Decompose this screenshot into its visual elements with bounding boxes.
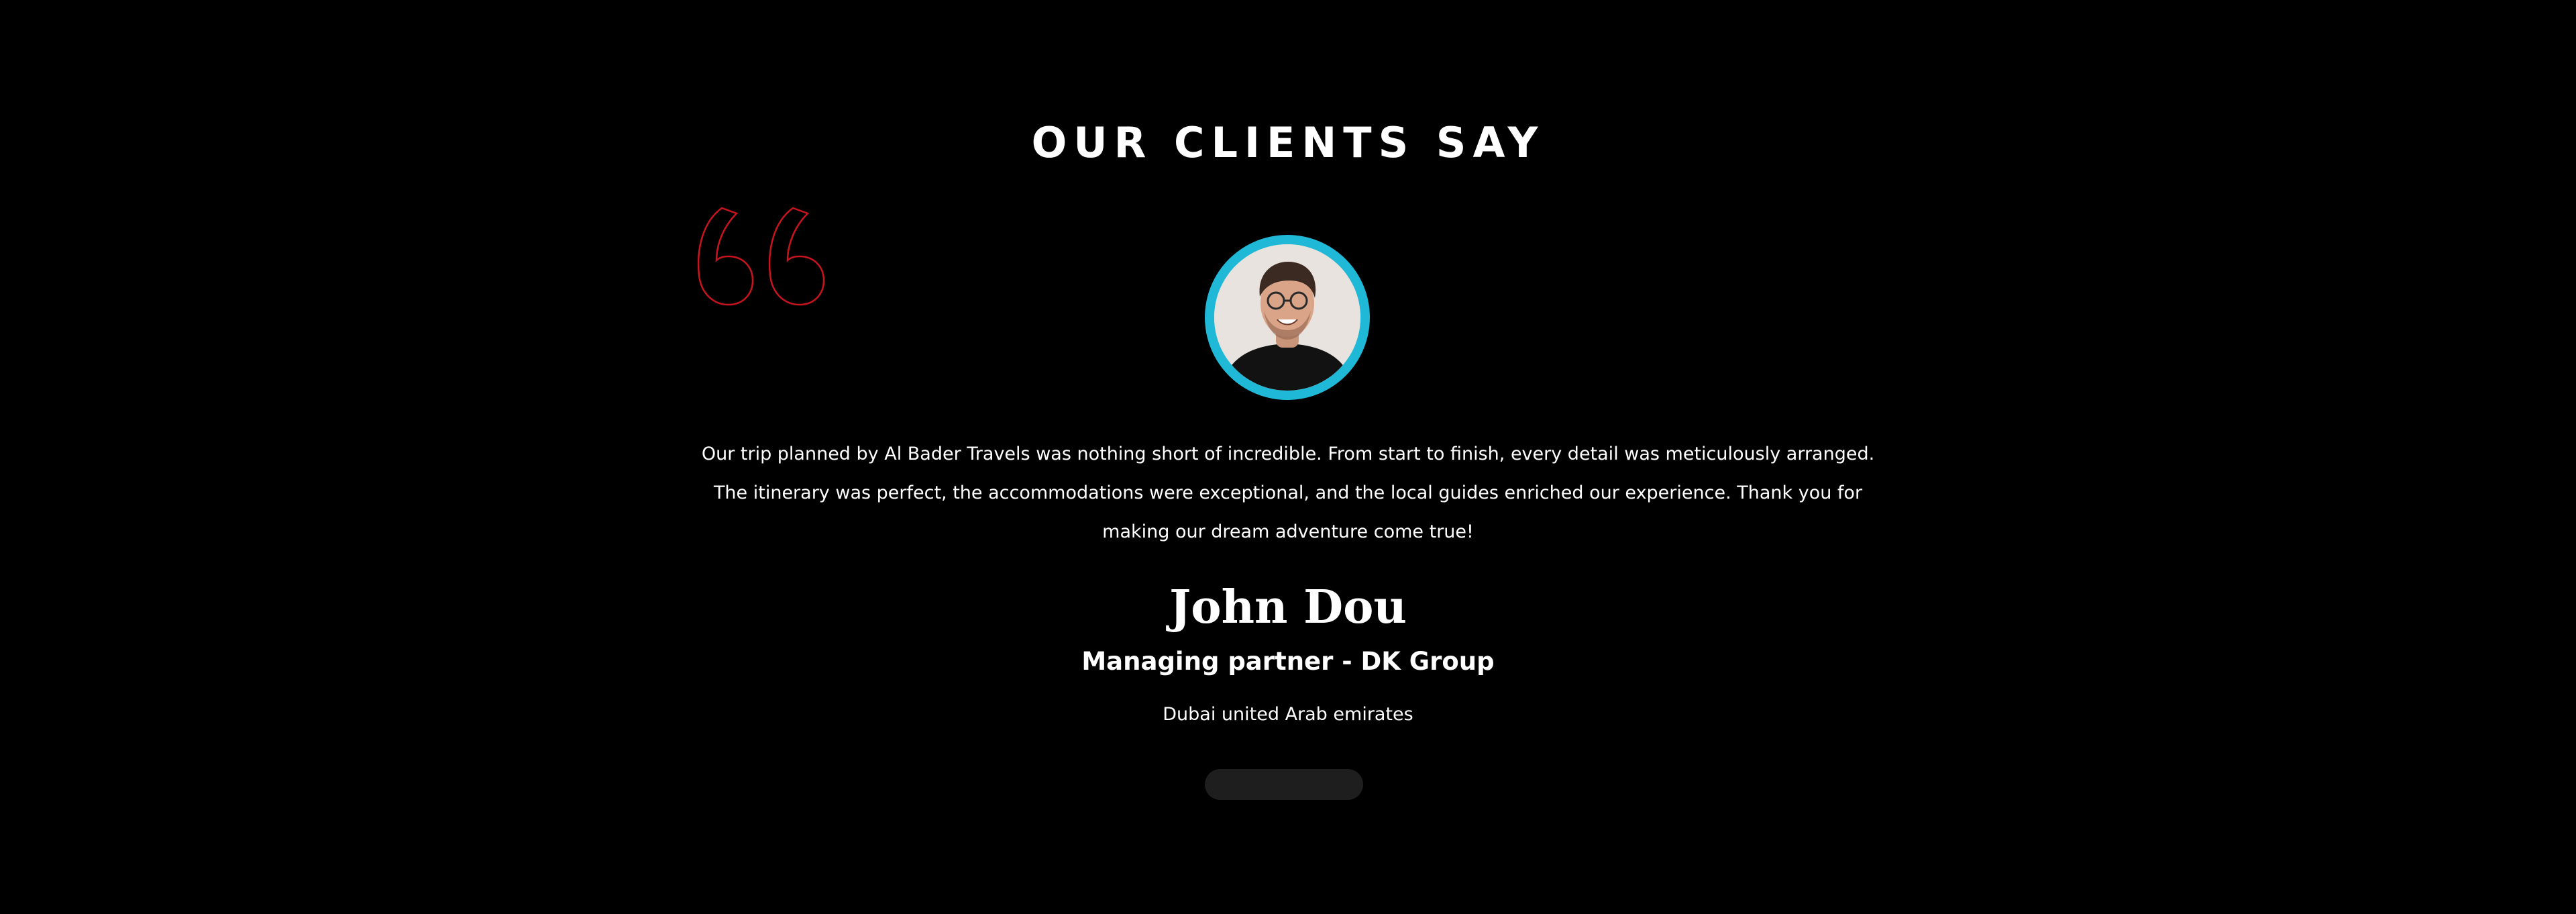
author-avatar-ring xyxy=(1205,235,1370,400)
quote-icon xyxy=(695,196,829,310)
carousel-pagination[interactable] xyxy=(1205,769,1363,800)
testimonial-text: Our trip planned by Al Bader Travels was… xyxy=(701,444,1875,542)
author-location: Dubai united Arab emirates xyxy=(1163,704,1413,725)
author-role: Managing partner - DK Group xyxy=(1081,647,1495,676)
avatar xyxy=(1214,244,1360,391)
author-name: John Dou xyxy=(1169,580,1407,634)
section-heading: OUR CLIENTS SAY xyxy=(1031,118,1545,167)
testimonials-section: OUR CLIENTS SAY Our trip planned by Al B… xyxy=(0,0,2576,914)
